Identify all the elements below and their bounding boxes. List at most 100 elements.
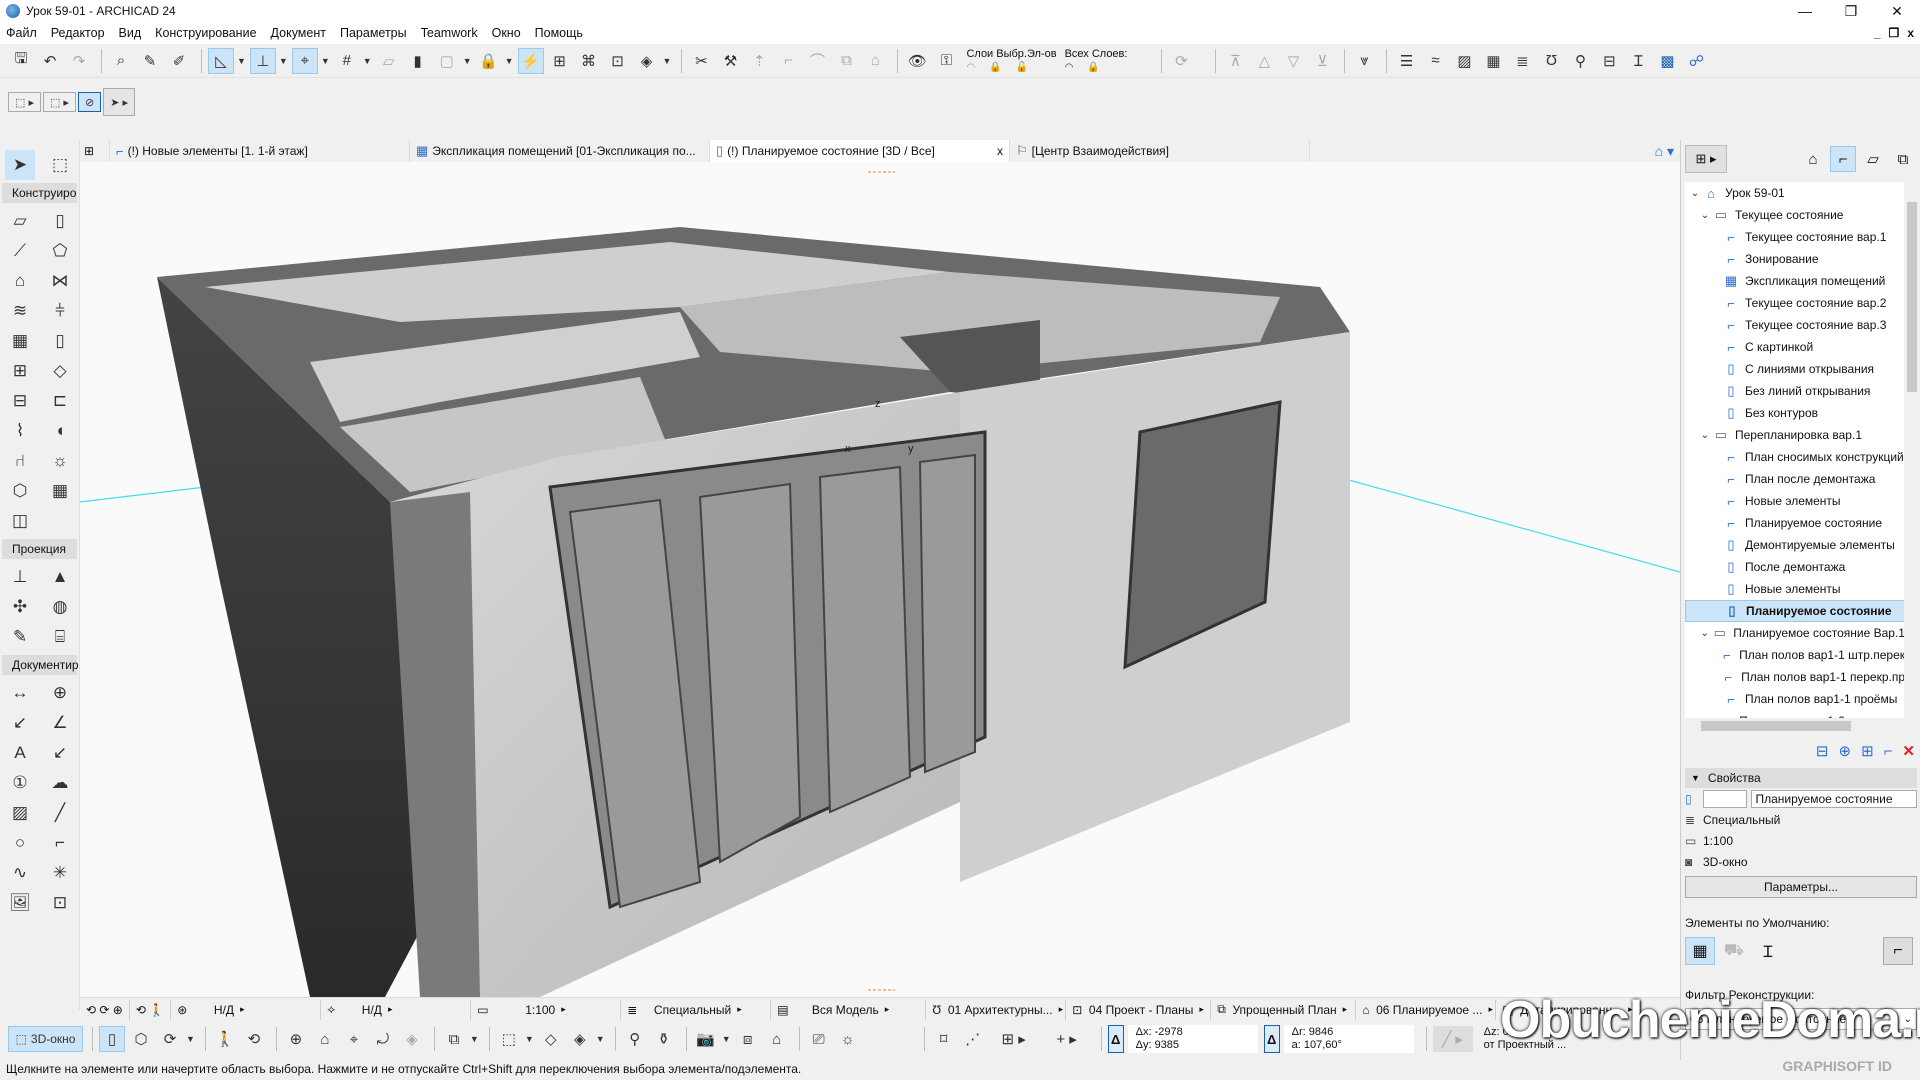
- bring-to-front-icon[interactable]: ⊼: [1222, 48, 1248, 74]
- grid-tool[interactable]: ▦: [45, 476, 75, 506]
- tree-item[interactable]: ⌐ План полов вар1-1 перекр.пр: [1685, 666, 1905, 688]
- text-tool[interactable]: A: [5, 738, 35, 768]
- tree-item[interactable]: ⌐ С картинкой: [1685, 336, 1905, 358]
- send-to-back-icon[interactable]: ⊻: [1309, 48, 1335, 74]
- layer-combination-selector[interactable]: ≣ Специальный ▸: [621, 999, 772, 1020]
- tree-item[interactable]: ⌄ ▭ Перепланировка вар.1: [1685, 424, 1905, 446]
- drawing-tool[interactable]: ⊡: [45, 888, 75, 918]
- mesh-tool[interactable]: ⌇: [5, 416, 35, 446]
- wall-tool[interactable]: ▱: [5, 206, 35, 236]
- pen-sets-icon[interactable]: Ʊ: [1538, 48, 1564, 74]
- morph-tool[interactable]: ◖: [45, 416, 75, 446]
- arrow-tool[interactable]: ➤: [5, 150, 35, 180]
- marker-tool[interactable]: ①: [5, 768, 35, 798]
- tab-overview-icon[interactable]: ⊞: [80, 140, 110, 162]
- rotate-model-icon[interactable]: ⤾: [370, 1026, 396, 1052]
- doc-restore-button[interactable]: ❐: [1889, 26, 1900, 40]
- tree-item[interactable]: ▯ Планируемое состояние: [1685, 600, 1905, 622]
- renovation-palette-icon[interactable]: ⌐: [1883, 937, 1913, 965]
- graphisoft-id-button[interactable]: GRAPHISOFT ID: [1782, 1058, 1892, 1074]
- existing-elements-icon[interactable]: ▦: [1685, 937, 1715, 965]
- toolbox-section-viewpoint[interactable]: Проекция: [2, 539, 77, 559]
- unlock-icon[interactable]: 🔓: [1016, 61, 1028, 74]
- lamp-tool[interactable]: ☼: [45, 446, 75, 476]
- marquee-3d-icon[interactable]: ⬚: [496, 1026, 522, 1052]
- chevron-down-icon[interactable]: ▼: [505, 56, 514, 66]
- equipment-tool[interactable]: ⬡: [5, 476, 35, 506]
- tree-item[interactable]: ⌄ ▭ Планируемое состояние Вар.1: [1685, 622, 1905, 644]
- menu-options[interactable]: Параметры: [340, 26, 407, 40]
- chevron-down-icon[interactable]: ▼: [237, 56, 246, 66]
- chevron-down-icon[interactable]: ▼: [321, 56, 330, 66]
- mvo-selector[interactable]: ⊡ 04 Проект - Планы ▸: [1066, 999, 1212, 1020]
- detail-tool[interactable]: ✎: [5, 622, 35, 652]
- save-icon[interactable]: 🖫: [8, 48, 34, 74]
- cutaway-icon[interactable]: ◈: [399, 1026, 425, 1052]
- tree-item[interactable]: ▯ После демонтажа: [1685, 556, 1905, 578]
- profiles-icon[interactable]: ≣: [1509, 48, 1535, 74]
- rotation-angle[interactable]: ⟡ Н/Д ▸: [321, 999, 472, 1020]
- eye-icon[interactable]: ◠: [1065, 61, 1074, 74]
- rotated-grid-icon[interactable]: ▱: [376, 48, 402, 74]
- corner-window-tool[interactable]: ⊟: [5, 386, 35, 416]
- dimension-tool[interactable]: ↔: [5, 678, 35, 708]
- redo-icon[interactable]: ↷: [66, 48, 92, 74]
- window-tool[interactable]: ⊞: [5, 356, 35, 386]
- delete-icon[interactable]: ✕: [1902, 742, 1915, 760]
- fill-tool[interactable]: ▨: [5, 798, 35, 828]
- home-view-icon[interactable]: ⌂: [312, 1026, 338, 1052]
- tree-item[interactable]: ⌐ План сносимых конструкций: [1685, 446, 1905, 468]
- chevron-down-icon[interactable]: ▼: [363, 56, 372, 66]
- tree-horizontal-scrollbar[interactable]: [1685, 718, 1905, 734]
- view-name-input[interactable]: Планируемое состояние: [1750, 790, 1917, 808]
- lock-icon[interactable]: 🔒: [989, 61, 1001, 74]
- fill-types-icon[interactable]: ▨: [1451, 48, 1477, 74]
- composites-icon[interactable]: ▦: [1480, 48, 1506, 74]
- snap-options-icon[interactable]: ⊞ ▸: [989, 1026, 1039, 1052]
- lock-unlock-icon[interactable]: ⚿: [933, 48, 959, 74]
- find-select-icon[interactable]: ⌕: [108, 48, 134, 74]
- layout-book-icon[interactable]: ▱: [1860, 146, 1886, 172]
- 3d-model-render[interactable]: z x y: [80, 162, 1680, 997]
- tab-list-dropdown[interactable]: ⌂ ▾: [1655, 143, 1680, 160]
- scale-selector[interactable]: ▭ 1:100 ▸: [471, 999, 622, 1020]
- restore-button[interactable]: ❐: [1828, 0, 1874, 22]
- model-view-selector[interactable]: ▤ Вся Модель ▸: [771, 999, 927, 1020]
- line-tool[interactable]: ╱: [45, 798, 75, 828]
- graphic-override-selector[interactable]: ⧉ Упрощенный План ▸: [1211, 999, 1357, 1020]
- tree-item[interactable]: ⌐ План полов вар1-1 проёмы: [1685, 688, 1905, 710]
- close-button[interactable]: ✕: [1874, 0, 1920, 22]
- syringe-icon[interactable]: ✐: [166, 48, 192, 74]
- tree-item[interactable]: ⌐План полов вар1-2 штр.перек: [1685, 710, 1905, 719]
- parameters-button[interactable]: Параметры...: [1685, 876, 1917, 898]
- save-view-icon[interactable]: ⊕: [1839, 742, 1852, 760]
- tree-item[interactable]: ▯ Без линий открывания: [1685, 380, 1905, 402]
- view-map-icon[interactable]: ⌐: [1830, 146, 1856, 172]
- tree-item[interactable]: ▯ С линиями открывания: [1685, 358, 1905, 380]
- beam-tool[interactable]: ⟋: [5, 236, 35, 266]
- fillet-icon[interactable]: ⌐: [775, 48, 801, 74]
- menu-help[interactable]: Помощь: [535, 26, 583, 40]
- marquee-tool[interactable]: ⬚: [45, 150, 75, 180]
- roof-tool[interactable]: ⌂: [5, 266, 35, 296]
- rotate-cw-icon[interactable]: ⟳: [1168, 48, 1194, 74]
- special-snap-icon[interactable]: ⋰: [960, 1026, 986, 1052]
- tree-item[interactable]: ⌄ ▭ Текущее состояние: [1685, 204, 1905, 226]
- curve-icon[interactable]: ⌒: [804, 48, 830, 74]
- railing-tool[interactable]: ⫩: [45, 296, 75, 326]
- polar-coords-toggle[interactable]: Δ: [1263, 1025, 1280, 1053]
- tree-item[interactable]: ⌄ ⌂ Урок 59-01: [1685, 182, 1905, 204]
- hotspot-tool[interactable]: ✳: [45, 858, 75, 888]
- guide-lines-icon[interactable]: ◺: [208, 47, 234, 74]
- chevron-down-icon[interactable]: ▼: [525, 1034, 534, 1044]
- target-icon[interactable]: ⊕: [283, 1026, 309, 1052]
- send-backward-icon[interactable]: ▽: [1280, 48, 1306, 74]
- clone-folder-icon[interactable]: ⌐: [1884, 743, 1893, 760]
- door-tool[interactable]: ▯: [45, 326, 75, 356]
- 3d-cutting-planes-icon[interactable]: ◇: [538, 1026, 564, 1052]
- zoom-controls[interactable]: ⟲ ⟳ ⊕: [80, 999, 130, 1020]
- undo-icon[interactable]: ↶: [37, 48, 63, 74]
- roof-trim-icon[interactable]: ⌂: [862, 48, 888, 74]
- menu-teamwork[interactable]: Teamwork: [421, 26, 478, 40]
- chevron-down-icon[interactable]: ⌄: [1699, 210, 1711, 221]
